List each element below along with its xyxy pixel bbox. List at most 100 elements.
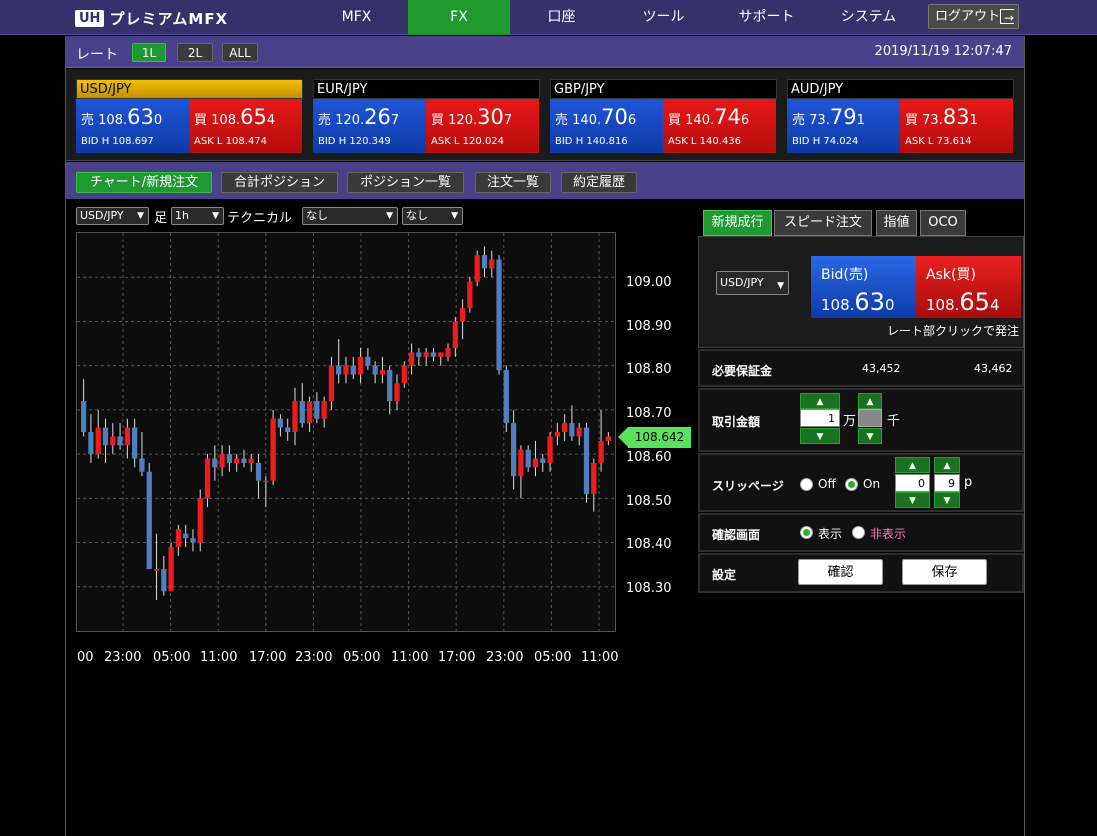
rate-sell-button[interactable]: 売 140.706 BID H 140.816 — [550, 99, 663, 153]
candle — [190, 529, 196, 552]
order-tab-speed[interactable]: スピード注文 — [774, 210, 872, 236]
mode-all-button[interactable]: ALL — [222, 43, 258, 62]
candle-body — [102, 427, 109, 446]
confirm-show-radio[interactable] — [800, 526, 813, 539]
candle — [408, 343, 415, 375]
subtab-execution-history[interactable]: 約定履歴 — [561, 172, 637, 193]
tab-fx[interactable]: FX — [408, 0, 510, 35]
candle-body — [474, 255, 480, 282]
rate-buy-button[interactable]: 買 120.307 ASK L 120.024 — [426, 99, 539, 153]
candle — [525, 445, 531, 472]
candle-body — [605, 436, 611, 441]
rate-pair-label[interactable]: USD/JPY — [76, 79, 303, 99]
tab-account[interactable]: 口座 — [511, 0, 612, 35]
marker-arrow — [618, 427, 628, 447]
rate-buy-button[interactable]: 買 108.654 ASK L 108.474 — [189, 99, 302, 153]
confirm-hide-radio[interactable] — [852, 526, 865, 539]
logo-badge: UH — [75, 10, 105, 27]
y-tick-label: 108.70 — [626, 406, 672, 422]
slippage-label: スリッページ — [712, 479, 784, 493]
slip-2-down-button[interactable]: ▼ — [934, 492, 960, 508]
x-tick-label: 23:00 — [295, 650, 333, 665]
bid-sell-button[interactable]: Bid(売) 108.630 — [811, 256, 916, 318]
candle — [452, 317, 458, 357]
candle-body — [343, 365, 349, 375]
rate-sell-button[interactable]: 売 108.630 BID H 108.697 — [76, 99, 189, 153]
slip-1-up-button[interactable]: ▲ — [895, 457, 930, 473]
order-tab-oco[interactable]: OCO — [920, 210, 966, 236]
amount-man-up-button[interactable]: ▲ — [800, 393, 840, 409]
x-tick-label: 00 — [77, 650, 94, 665]
amount-man-down-button[interactable]: ▼ — [800, 428, 840, 444]
tab-mfx[interactable]: MFX — [306, 0, 407, 35]
chevron-down-icon: ▼ — [212, 211, 219, 221]
save-button[interactable]: 保存 — [902, 559, 987, 585]
candle — [430, 347, 437, 362]
subtab-chart-new-order[interactable]: チャート/新規注文 — [76, 172, 212, 193]
candle-body — [387, 370, 393, 402]
candle — [306, 396, 313, 432]
order-tab-market[interactable]: 新規成行 — [703, 210, 772, 236]
x-tick-label: 23:00 — [486, 650, 524, 665]
candle-body — [132, 427, 138, 459]
candle-body — [336, 365, 342, 375]
top-nav: UH プレミアムMFX MFX FX 口座 ツール サポート システム ログアウ… — [0, 0, 1097, 35]
amount-input[interactable]: 1 — [800, 409, 840, 427]
rate-pair-label[interactable]: EUR/JPY — [313, 79, 540, 99]
rate-pair-label[interactable]: AUD/JPY — [787, 79, 1014, 99]
rate-sell-button[interactable]: 売 73.791 BID H 74.024 — [787, 99, 900, 153]
slippage-off-radio[interactable] — [800, 478, 813, 491]
candle — [540, 454, 546, 472]
slip-input-2[interactable]: 9 — [934, 474, 960, 492]
tab-system[interactable]: システム — [818, 0, 919, 35]
candle-body — [518, 449, 524, 477]
amount-sen-down-button[interactable]: ▼ — [858, 428, 882, 444]
logout-button[interactable]: ログアウト — [928, 4, 1019, 30]
amount-sen-up-button[interactable]: ▲ — [858, 393, 882, 409]
slip-2-up-button[interactable]: ▲ — [934, 457, 960, 473]
amount-sen-input[interactable] — [858, 409, 882, 427]
candle — [314, 392, 320, 424]
candle — [124, 418, 130, 459]
buy-price: 買 120.307 — [431, 105, 513, 129]
mode-1l-button[interactable]: 1L — [132, 43, 166, 62]
rate-buy-button[interactable]: 買 73.831 ASK L 73.614 — [900, 99, 1013, 153]
slippage-on-radio[interactable] — [845, 478, 858, 491]
subtab-order-list[interactable]: 注文一覧 — [475, 172, 551, 193]
candle-body — [408, 352, 415, 366]
technical-select-1[interactable]: なし ▼ — [302, 207, 398, 225]
rate-sell-button[interactable]: 売 120.267 BID H 120.349 — [313, 99, 426, 153]
candle — [365, 347, 371, 371]
subtab-position-list[interactable]: ポジション一覧 — [347, 172, 464, 193]
confirm-button[interactable]: 確認 — [798, 559, 883, 585]
rate-pair-label[interactable]: GBP/JPY — [550, 79, 777, 99]
x-tick-label: 11:00 — [581, 650, 619, 665]
candle-body — [562, 423, 568, 432]
technical-select-2[interactable]: なし ▼ — [402, 207, 463, 225]
tab-support[interactable]: サポート — [716, 0, 817, 35]
candle — [219, 445, 225, 477]
slip-input-1[interactable]: 0 — [895, 474, 930, 492]
order-tab-limit[interactable]: 指値 — [876, 210, 917, 236]
timeframe-value: 1h — [175, 209, 189, 222]
mode-2l-button[interactable]: 2L — [177, 43, 213, 62]
timeframe-select[interactable]: 1h ▼ — [171, 207, 224, 225]
slippage-unit: p — [964, 475, 973, 490]
slippage-on-label: On — [863, 477, 881, 491]
candle-body — [598, 440, 604, 463]
sub-nav: チャート/新規注文 合計ポジション ポジション一覧 注文一覧 約定履歴 — [66, 162, 1024, 199]
candle — [343, 356, 349, 384]
x-tick-label: 23:00 — [104, 650, 142, 665]
subtab-total-position[interactable]: 合計ポジション — [221, 172, 338, 193]
candle — [467, 277, 473, 313]
order-pair-select[interactable]: USD/JPY ▼ — [716, 271, 789, 295]
current-price-marker: 108.642 — [618, 427, 693, 448]
app-logo[interactable]: UH プレミアムMFX — [75, 8, 228, 29]
chart-pair-select[interactable]: USD/JPY ▼ — [76, 207, 149, 225]
price-chart[interactable] — [76, 232, 616, 632]
ask-buy-button[interactable]: Ask(買) 108.654 — [916, 256, 1021, 318]
slip-1-down-button[interactable]: ▼ — [895, 492, 930, 508]
candle-body — [153, 569, 160, 571]
tab-tools[interactable]: ツール — [613, 0, 714, 35]
rate-buy-button[interactable]: 買 140.746 ASK L 140.436 — [663, 99, 776, 153]
